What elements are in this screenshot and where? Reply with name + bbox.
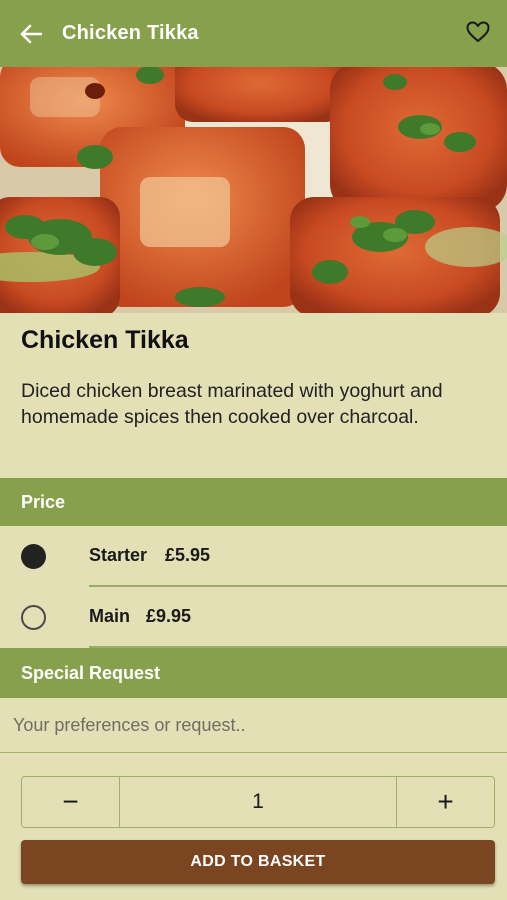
option-name: Starter [89,545,148,565]
option-price: £5.95 [165,545,211,565]
price-option-main[interactable]: Main £9.95 [0,587,507,647]
radio-unselected-icon[interactable] [21,605,46,630]
option-name: Main [89,606,131,626]
add-to-basket-button[interactable]: ADD TO BASKET [21,840,495,884]
special-request-title: Special Request [21,662,161,683]
price-option-starter[interactable]: Starter £5.95 [0,526,507,586]
arrow-left-icon [20,24,42,43]
dish-name: Chicken Tikka [21,326,189,354]
option-price: £9.95 [146,606,192,626]
quantity-value: 1 [252,790,264,813]
price-section-header: Price [0,478,507,526]
dish-description: Diced chicken breast marinated with yogh… [21,380,443,428]
decrease-quantity-button[interactable]: − [22,777,120,827]
special-request-input[interactable] [0,698,507,753]
radio-selected-icon[interactable] [21,544,46,569]
top-app-bar: Chicken Tikka [0,0,507,67]
back-button[interactable] [0,0,62,67]
heart-outline-icon [466,21,490,42]
price-section-title: Price [21,491,66,512]
quantity-stepper: − 1 + [21,776,495,828]
increase-quantity-button[interactable]: + [396,777,494,827]
dish-photo [0,67,507,313]
special-request-header: Special Request [0,648,507,698]
favorite-button[interactable] [463,17,493,47]
page-title: Chicken Tikka [62,22,199,44]
